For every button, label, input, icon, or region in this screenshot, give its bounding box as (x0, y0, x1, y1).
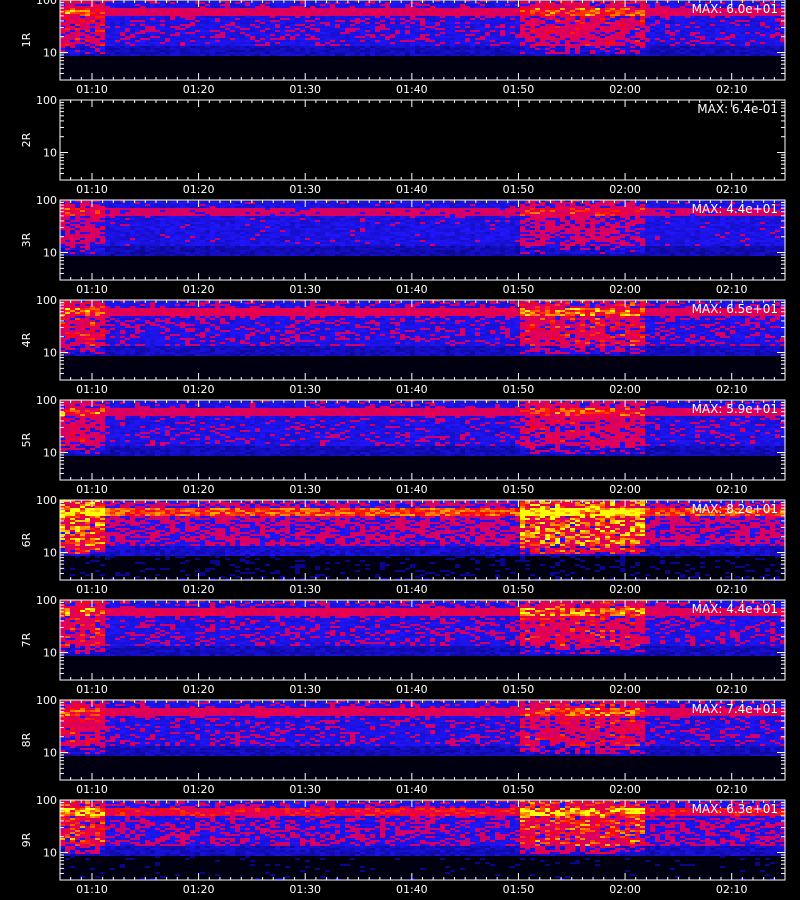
spectrogram-heatmap (60, 0, 786, 81)
spectrogram-figure: 1010001:10 01:20 01:30 01:40 01:50 02:00 02:10… (20, 0, 786, 896)
panel-1r: 1010001:10 01:20 01:30 01:40 01:50 02:00 02:10… (20, 0, 786, 96)
panels-group: 1010001:10 01:20 01:30 01:40 01:50 02:00 02:10… (20, 0, 786, 896)
